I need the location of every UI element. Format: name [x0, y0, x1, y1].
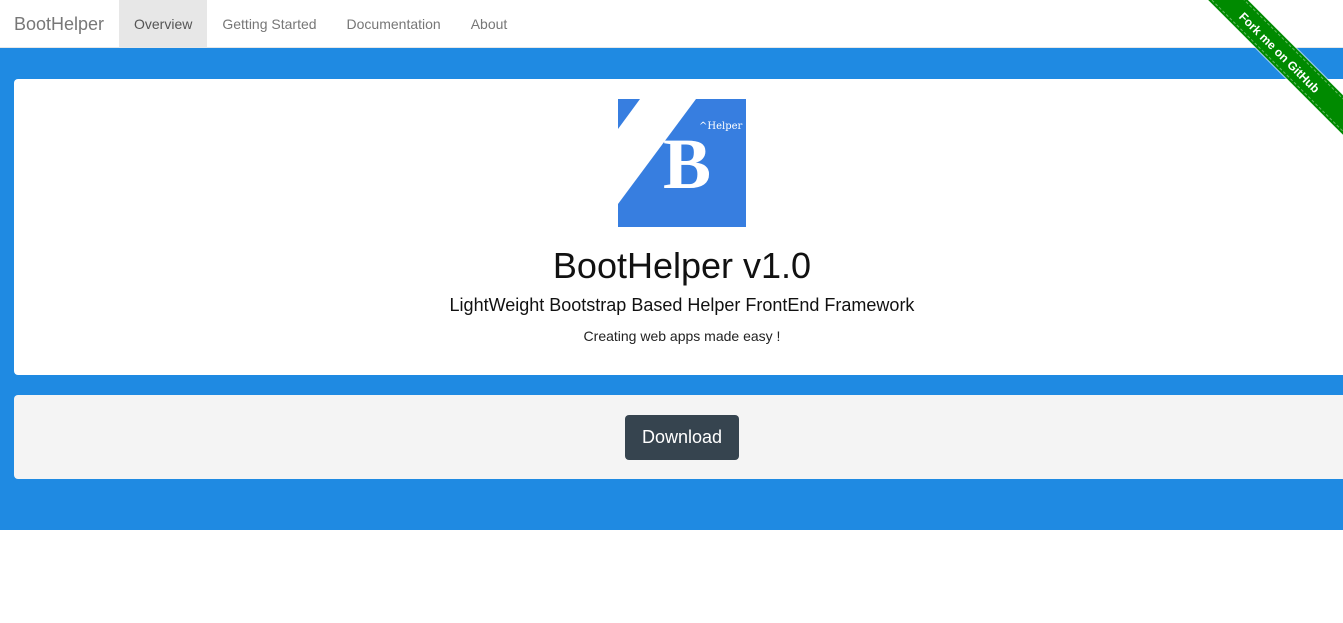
navbar: BootHelper Overview Getting Started Docu…: [0, 0, 1343, 48]
fork-github-ribbon[interactable]: Fork me on GitHub: [1197, 0, 1343, 135]
nav-item-about[interactable]: About: [456, 0, 523, 48]
nav-item-documentation[interactable]: Documentation: [332, 0, 456, 48]
download-button[interactable]: Download: [625, 415, 739, 460]
page-title: BootHelper v1.0: [552, 245, 812, 286]
tagline: Creating web apps made easy !: [583, 328, 781, 344]
hero-section: ^Helper B BootHelper v1.0 LightWeight Bo…: [0, 48, 1343, 530]
logo-letter: B: [663, 124, 711, 204]
github-ribbon-container: Fork me on GitHub: [1193, 0, 1343, 150]
nav-item-getting-started[interactable]: Getting Started: [207, 0, 331, 48]
intro-panel: ^Helper B BootHelper v1.0 LightWeight Bo…: [14, 79, 1343, 375]
nav-item-overview[interactable]: Overview: [119, 0, 208, 48]
boothelper-logo: ^Helper B: [618, 99, 746, 227]
download-panel: Download: [14, 395, 1343, 479]
page-subtitle: LightWeight Bootstrap Based Helper Front…: [449, 295, 915, 315]
nav-menu: Overview Getting Started Documentation A…: [119, 0, 522, 48]
brand-link[interactable]: BootHelper: [14, 0, 104, 48]
